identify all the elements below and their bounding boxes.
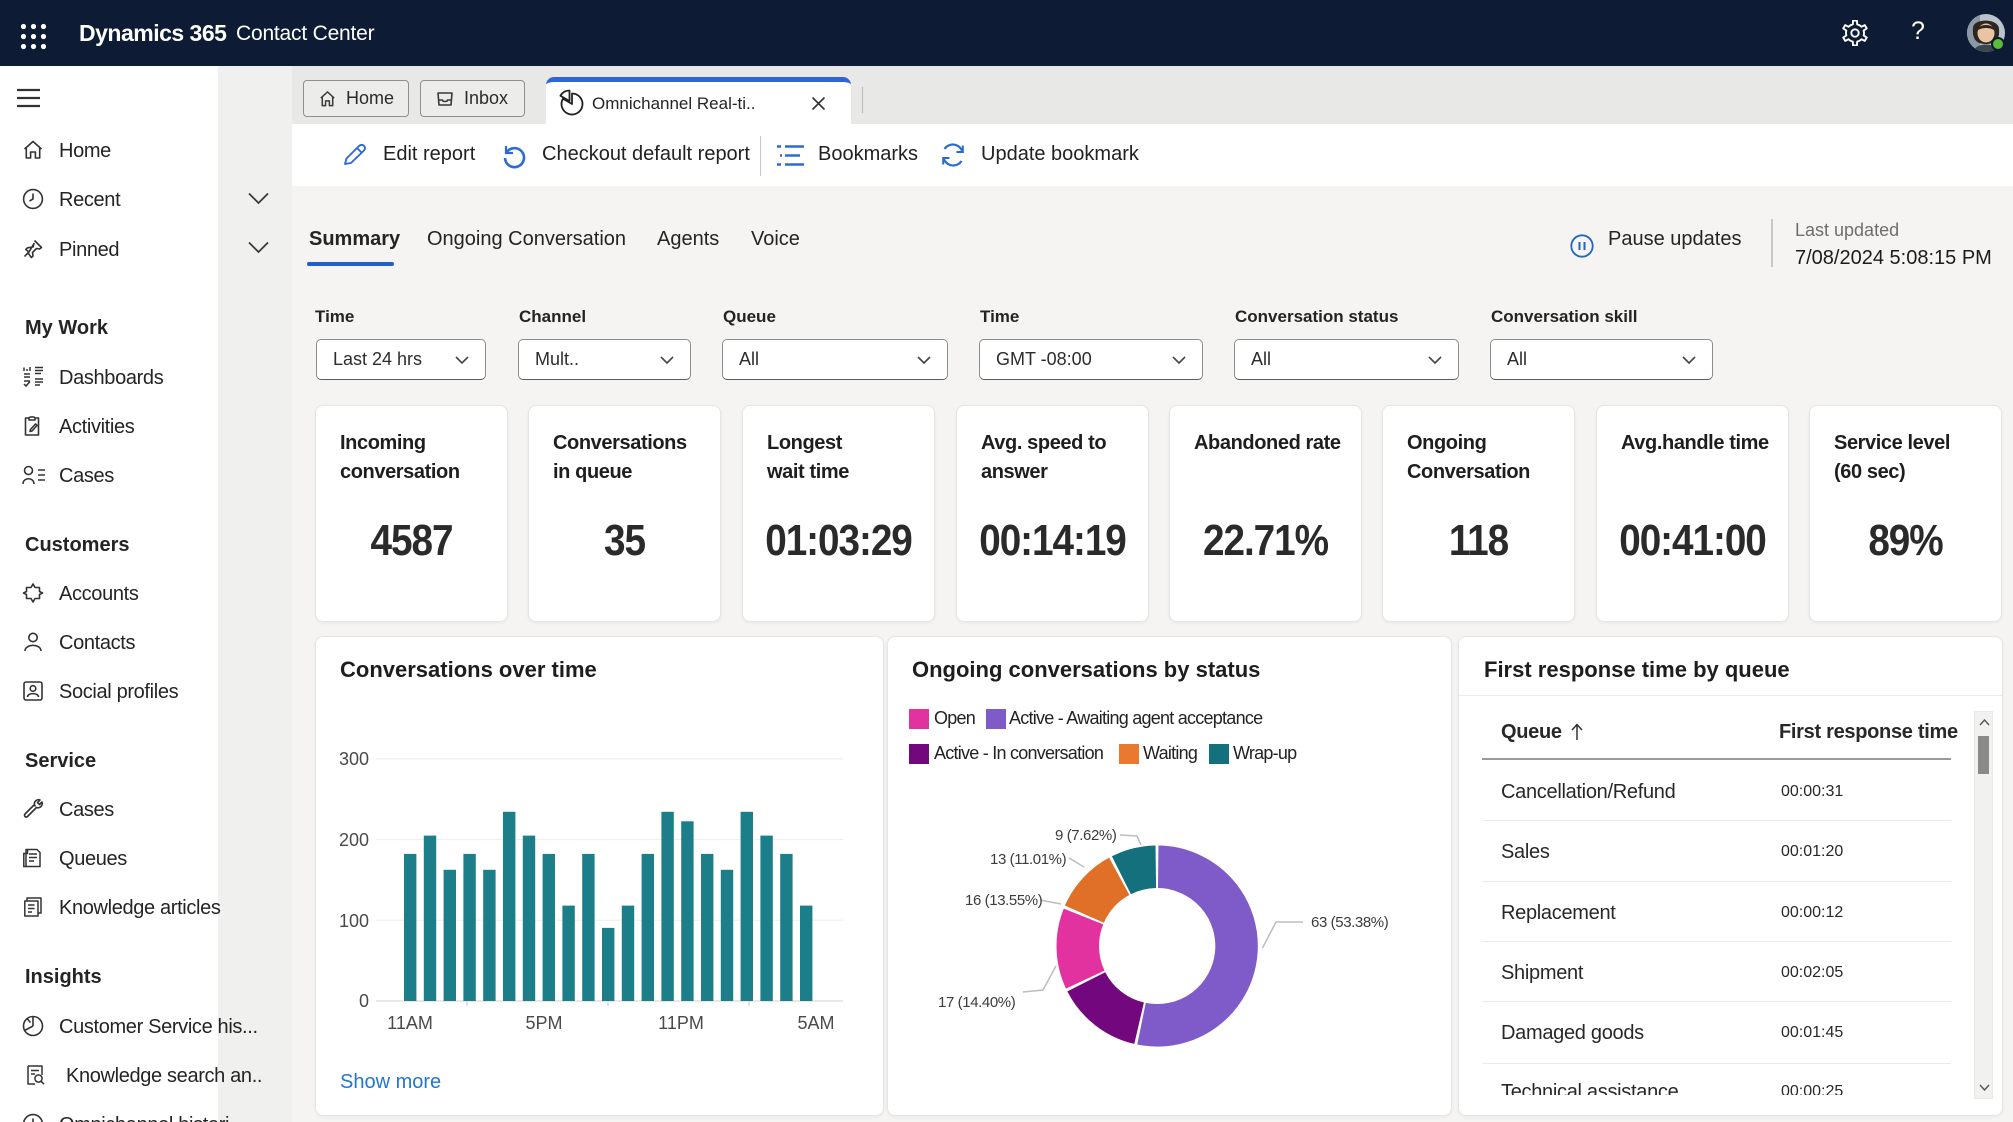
svg-text:9 (7.62%): 9 (7.62%) [1055,827,1117,844]
svg-text:200: 200 [339,830,369,850]
svg-text:5PM: 5PM [525,1013,562,1033]
svg-text:11PM: 11PM [658,1013,704,1033]
svg-text:16 (13.55%): 16 (13.55%) [965,892,1043,909]
svg-text:17 (14.40%): 17 (14.40%) [938,994,1016,1011]
svg-text:63 (53.38%): 63 (53.38%) [1311,914,1389,931]
svg-text:11AM: 11AM [387,1013,433,1033]
svg-text:5AM: 5AM [797,1013,834,1033]
svg-text:0: 0 [359,991,369,1011]
svg-text:300: 300 [339,749,369,769]
svg-text:13 (11.01%): 13 (11.01%) [990,851,1067,868]
svg-text:100: 100 [339,911,369,931]
